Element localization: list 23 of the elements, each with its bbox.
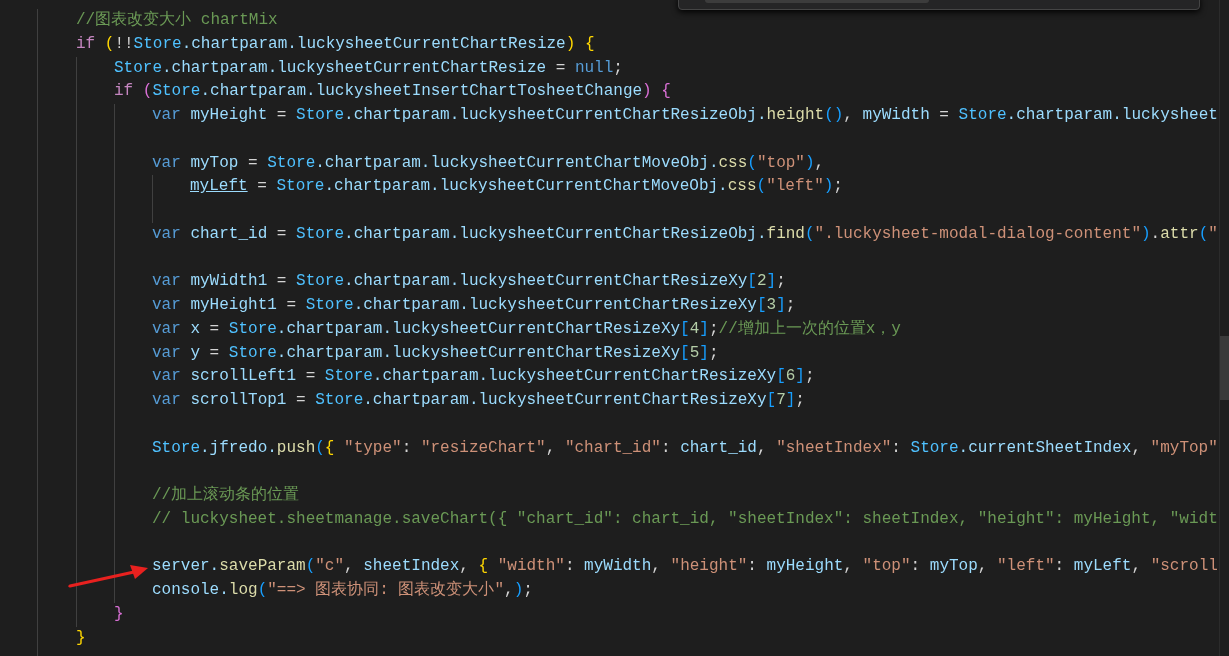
code-line: } (76, 627, 86, 649)
code-line: //加上滚动条的位置 (152, 484, 300, 506)
code-line: var myWidth1 = Store.chartparam.luckysheetCurrentChartResizeXy[2]; (152, 271, 786, 293)
code-line: var myHeight1 = Store.chartparam.luckysheetCurrentChartResizeXy[3]; (152, 295, 796, 316)
code-line: myLeft = Store.chartparam.luckysheetCurrentChartMoveObj.css("left"); (190, 176, 843, 198)
code-line: Store.chartparam.luckysheetCurrentChartResize = null; (114, 57, 623, 79)
code-line: } (114, 603, 124, 625)
code-line: var y = Store.chartparam.luckysheetCurrentChartResizeXy[5]; (152, 342, 719, 364)
code-line: //图表改变大小 chartMix (76, 9, 278, 31)
code-line: if (!!Store.chartparam.luckysheetCurrentChartResize) { (76, 33, 595, 55)
code-line: var x = Store.chartparam.luckysheetCurrentChartResizeXy[4];//增加上一次的位置x，y (152, 318, 901, 340)
code-line: console.log("==> 图表协同: 图表改变大小",); (152, 579, 533, 601)
scrollbar-thumb[interactable] (1220, 336, 1229, 400)
code-line: var myHeight = Store.chartparam.luckysheetCurrentChartResizeObj.height(), myWidth = Store.chartparam.luckysheet (152, 105, 1218, 126)
code-line: server.saveParam("c", sheetIndex, { "width": myWidth, "height": myHeight, "top": myTop, "left": myLeft, "scroll (152, 556, 1218, 578)
code-line: var scrollTop1 = Store.chartparam.luckysheetCurrentChartResizeXy[7]; (152, 390, 805, 411)
code-line: Store.jfredo.push({ "type": "resizeChart", "chart_id": chart_id, "sheetIndex": Store.currentSheetIndex, "myTop" (152, 437, 1218, 459)
code-line: if (Store.chartparam.luckysheetInsertChartTosheetChange) { (114, 81, 671, 103)
scrollbar[interactable] (1219, 0, 1229, 656)
code-line: var chart_id = Store.chartparam.luckysheetCurrentChartResizeObj.find(".luckysheet-modal-dialog-content").attr(" (152, 223, 1218, 245)
code-line: var scrollLeft1 = Store.chartparam.luckysheetCurrentChartResizeXy[6]; (152, 366, 815, 388)
code-line: var myTop = Store.chartparam.luckysheetCurrentChartMoveObj.css("top"), (152, 152, 825, 174)
code-line: // luckysheet.sheetmanage.saveChart({ "chart_id": chart_id, "sheetIndex": sheetIndex, "height": myHeight, "widt (152, 508, 1218, 530)
